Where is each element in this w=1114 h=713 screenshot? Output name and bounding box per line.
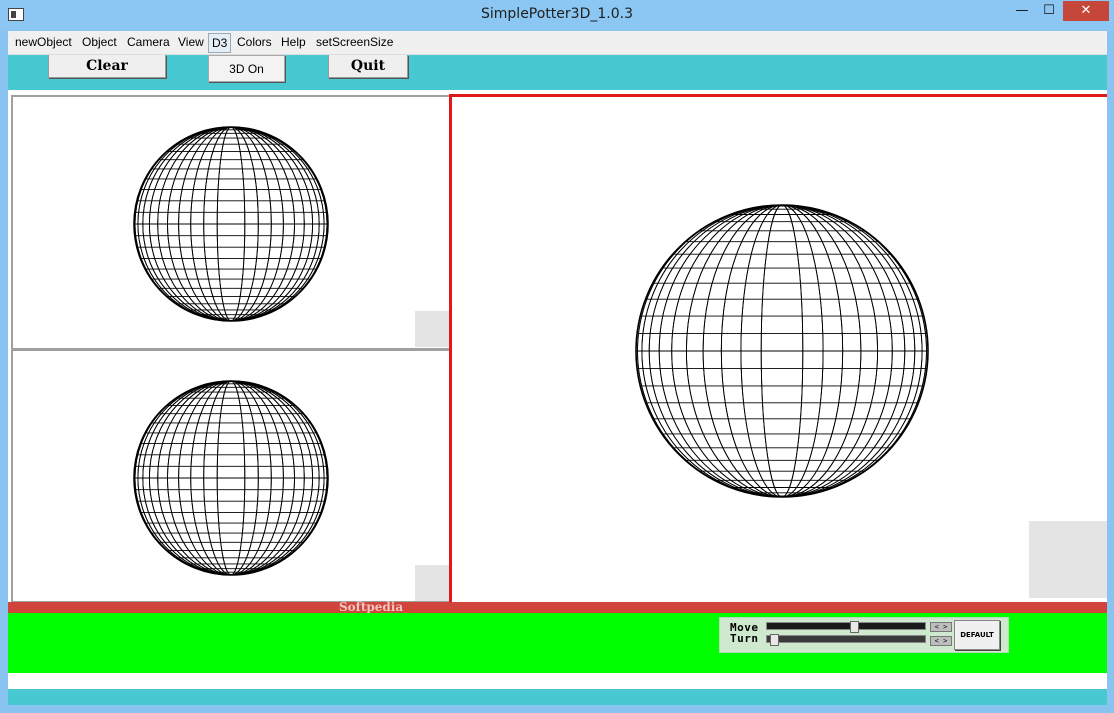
move-spinner[interactable]: < >: [930, 622, 952, 632]
menu-colors[interactable]: Colors: [237, 35, 272, 49]
wireframe-sphere: [635, 204, 929, 498]
close-button[interactable]: ✕: [1063, 1, 1109, 21]
menu-object[interactable]: Object: [82, 35, 117, 49]
move-slider[interactable]: [766, 621, 926, 633]
menu-view[interactable]: View: [178, 35, 204, 49]
wireframe-sphere: [133, 126, 329, 322]
turn-label: Turn: [730, 632, 759, 645]
viewport-top-left[interactable]: [11, 95, 451, 350]
status-strip: Softpedia: [8, 600, 1107, 614]
turn-spinner[interactable]: < >: [930, 636, 952, 646]
menu-camera[interactable]: Camera: [127, 35, 170, 49]
wireframe-sphere: [133, 380, 329, 576]
camera-slider-box: Move Turn < > < > DEFAULT: [719, 617, 1009, 653]
toolbar: Clear 3D On Quit: [8, 55, 1107, 90]
viewport-corner-handle[interactable]: [415, 565, 451, 601]
viewport-corner-handle[interactable]: [1029, 521, 1107, 598]
menu-d3[interactable]: D3: [208, 33, 232, 53]
clear-button[interactable]: Clear: [48, 55, 166, 78]
default-button[interactable]: DEFAULT: [954, 620, 1000, 650]
menu-newobject[interactable]: newObject: [15, 35, 72, 49]
app-window: SimplePotter3D_1.0.3 — ☐ ✕ newObject Obj…: [0, 0, 1114, 713]
viewport-main[interactable]: [449, 94, 1107, 603]
minimize-button[interactable]: —: [1008, 1, 1036, 21]
turn-slider[interactable]: [766, 634, 926, 646]
viewport-bottom-left[interactable]: [11, 349, 451, 603]
menu-help[interactable]: Help: [281, 35, 306, 49]
client-area: newObject Object Camera View D3 Colors H…: [8, 31, 1107, 705]
control-panel: Move Turn < > < > DEFAULT: [8, 613, 1107, 673]
menu-setscreensize[interactable]: setScreenSize: [316, 35, 393, 49]
move-slider-thumb[interactable]: [850, 621, 859, 633]
3d-on-menu-item[interactable]: 3D On: [208, 55, 285, 82]
window-title: SimplePotter3D_1.0.3: [481, 6, 633, 22]
menu-bar: newObject Object Camera View D3 Colors H…: [8, 31, 1107, 55]
maximize-button[interactable]: ☐: [1036, 1, 1062, 21]
viewport-corner-handle[interactable]: [415, 311, 451, 347]
quit-button[interactable]: Quit: [328, 55, 408, 78]
watermark-text: Softpedia: [339, 600, 404, 614]
turn-slider-thumb[interactable]: [770, 634, 779, 646]
bottom-bar: [8, 689, 1107, 705]
bottom-spacer: [8, 673, 1107, 689]
title-bar[interactable]: SimplePotter3D_1.0.3 — ☐ ✕: [0, 0, 1114, 31]
